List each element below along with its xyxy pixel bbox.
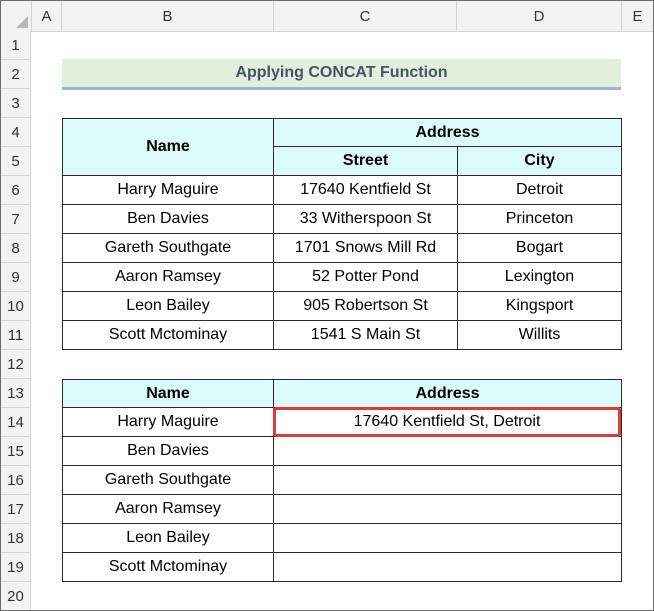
table1-header-address[interactable]: Address	[274, 118, 622, 147]
row-header-9[interactable]: 9	[1, 263, 31, 292]
table1-header-city[interactable]: City	[458, 147, 622, 176]
table1-street-cell[interactable]: 17640 Kentfield St	[274, 176, 458, 205]
row-header-6[interactable]: 6	[1, 176, 31, 205]
column-header-e[interactable]: E	[622, 1, 653, 32]
row-header-13[interactable]: 13	[1, 379, 31, 408]
row-header-14[interactable]: 14	[1, 408, 31, 437]
table1-street-cell[interactable]: 1701 Snows Mill Rd	[274, 234, 458, 263]
table2-name-cell[interactable]: Leon Bailey	[62, 524, 274, 553]
table2-address-cell[interactable]	[274, 524, 622, 553]
row-header-10[interactable]: 10	[1, 292, 31, 321]
table1-street-cell[interactable]: 52 Potter Pond	[274, 263, 458, 292]
table2-address-cell[interactable]	[274, 437, 622, 466]
table1-city-cell[interactable]: Lexington	[458, 263, 622, 292]
table1-name-cell[interactable]: Ben Davies	[62, 205, 274, 234]
row-header-2[interactable]: 2	[1, 60, 31, 89]
row-header-4[interactable]: 4	[1, 118, 31, 147]
row-header-12[interactable]: 12	[1, 350, 31, 379]
row-header-16[interactable]: 16	[1, 466, 31, 495]
column-header-a[interactable]: A	[32, 1, 62, 32]
row-header-19[interactable]: 19	[1, 553, 31, 582]
table1-street-cell[interactable]: 905 Robertson St	[274, 292, 458, 321]
table1-city-cell[interactable]: Willits	[458, 321, 622, 350]
table2-address-cell[interactable]	[274, 466, 622, 495]
row-header-3[interactable]: 3	[1, 89, 31, 118]
table2-name-cell[interactable]: Scott Mctominay	[62, 553, 274, 582]
table1-city-cell[interactable]: Kingsport	[458, 292, 622, 321]
table1-street-cell[interactable]: 1541 S Main St	[274, 321, 458, 350]
table1-header-name[interactable]: Name	[62, 118, 274, 176]
table1-name-cell[interactable]: Aaron Ramsey	[62, 263, 274, 292]
column-header-d[interactable]: D	[457, 1, 622, 32]
table1-street-cell[interactable]: 33 Witherspoon St	[274, 205, 458, 234]
select-all-corner[interactable]	[1, 1, 32, 32]
table1-city-cell[interactable]: Detroit	[458, 176, 622, 205]
table1-city-cell[interactable]: Princeton	[458, 205, 622, 234]
row-header-20[interactable]: 20	[1, 582, 31, 610]
table1-name-cell[interactable]: Gareth Southgate	[62, 234, 274, 263]
table1-name-cell[interactable]: Leon Bailey	[62, 292, 274, 321]
row-header-5[interactable]: 5	[1, 147, 31, 176]
table2-name-cell[interactable]: Ben Davies	[62, 437, 274, 466]
row-header-18[interactable]: 18	[1, 524, 31, 553]
table2-header-name[interactable]: Name	[62, 379, 274, 408]
row-header-7[interactable]: 7	[1, 205, 31, 234]
table1-city-cell[interactable]: Bogart	[458, 234, 622, 263]
table2-name-cell[interactable]: Harry Maguire	[62, 408, 274, 437]
row-header-8[interactable]: 8	[1, 234, 31, 263]
row-header-1[interactable]: 1	[1, 31, 31, 60]
highlighted-result-cell[interactable]: 17640 Kentfield St, Detroit	[273, 407, 621, 437]
spreadsheet-grid: A B C D E 1 2 3 4 5 6 7 8 9 10 11 12 13 …	[0, 0, 654, 611]
column-header-b[interactable]: B	[62, 1, 274, 32]
sheet-title[interactable]: Applying CONCAT Function	[62, 59, 621, 90]
table1-header-street[interactable]: Street	[274, 147, 458, 176]
row-header-11[interactable]: 11	[1, 321, 31, 350]
table2-header-address[interactable]: Address	[274, 379, 622, 408]
row-header-15[interactable]: 15	[1, 437, 31, 466]
table1-name-cell[interactable]: Harry Maguire	[62, 176, 274, 205]
table2-address-cell[interactable]	[274, 495, 622, 524]
column-header-c[interactable]: C	[274, 1, 457, 32]
table2-name-cell[interactable]: Aaron Ramsey	[62, 495, 274, 524]
table2-name-cell[interactable]: Gareth Southgate	[62, 466, 274, 495]
table1-name-cell[interactable]: Scott Mctominay	[62, 321, 274, 350]
table2-address-cell[interactable]	[274, 553, 622, 582]
row-header-17[interactable]: 17	[1, 495, 31, 524]
concat-result-text: 17640 Kentfield St, Detroit	[353, 413, 541, 430]
